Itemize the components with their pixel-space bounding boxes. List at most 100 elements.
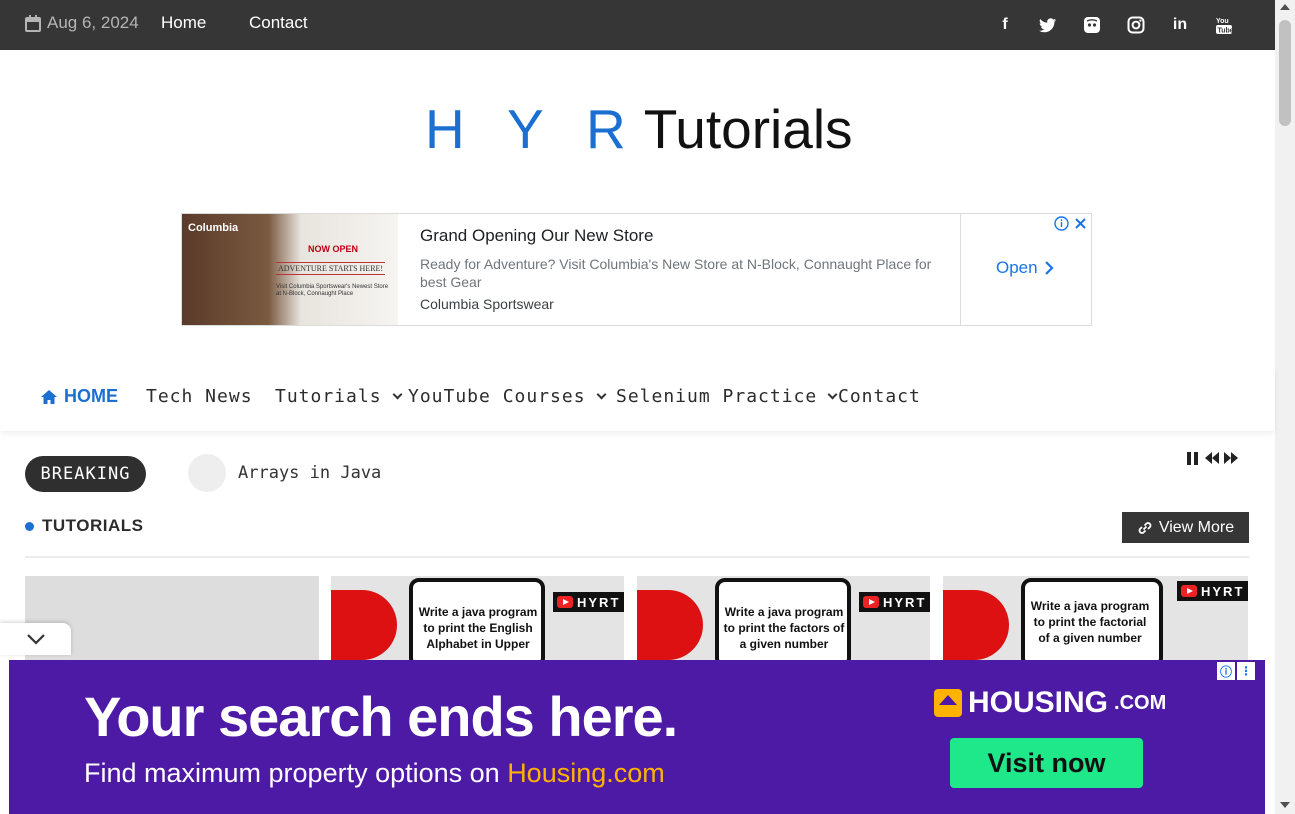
ad-open-button[interactable]: Open xyxy=(996,258,1054,278)
site-logo[interactable]: H Y R Tutorials xyxy=(425,96,853,162)
svg-text:Tube: Tube xyxy=(1218,28,1234,35)
card-phone-frame: Write a java program to print the factor… xyxy=(715,578,851,660)
card-badge-text: HYRT xyxy=(883,594,927,610)
ad-close-icon[interactable] xyxy=(1073,216,1088,231)
top-link-contact[interactable]: Contact xyxy=(249,13,308,33)
section-heading: TUTORIALS xyxy=(25,516,143,536)
twitter-icon[interactable] xyxy=(1037,14,1059,36)
ad-subline: Find maximum property options on Housing… xyxy=(84,758,665,789)
logo-hyr: H Y R xyxy=(425,98,640,160)
ad-info-icon[interactable]: ⓘ xyxy=(1217,662,1235,680)
card-badge: HYRT xyxy=(1177,581,1248,601)
nav-label: Tech News xyxy=(146,386,253,407)
ad-headline: Your search ends here. xyxy=(84,685,678,748)
nav-home[interactable]: HOME xyxy=(40,386,118,407)
discord-icon[interactable] xyxy=(1081,14,1103,36)
scroll-up-arrow[interactable] xyxy=(1280,4,1290,10)
ad-description: Ready for Adventure? Visit Columbia's Ne… xyxy=(420,256,932,290)
youtube-play-icon xyxy=(557,596,573,608)
card-phone-frame: Write a java program to print the Englis… xyxy=(409,578,545,660)
card-text: Write a java program to print the factor… xyxy=(1030,599,1150,645)
nav-youtube-courses[interactable]: YouTube Courses xyxy=(408,386,607,407)
section-title: TUTORIALS xyxy=(42,516,144,535)
page: Aug 6, 2024 Home Contact f in You Tube H … xyxy=(0,0,1295,814)
chevron-down-icon xyxy=(827,389,838,400)
nav-home-label: HOME xyxy=(64,386,118,406)
date-display: Aug 6, 2024 xyxy=(25,13,139,33)
ad-image-now-open: NOW OPEN xyxy=(308,244,359,254)
nav-selenium-practice[interactable]: Selenium Practice xyxy=(616,386,838,407)
top-ad-banner[interactable]: Columbia NOW OPEN ADVENTURE STARTS HERE!… xyxy=(181,213,1092,326)
nav-label: Tutorials xyxy=(275,386,382,407)
ad-divider xyxy=(960,214,961,325)
ad-info-icon[interactable] xyxy=(1054,216,1069,231)
instagram-icon[interactable] xyxy=(1125,14,1147,36)
youtube-play-icon xyxy=(1181,585,1197,597)
ad-subline-highlight: Housing.com xyxy=(507,758,665,788)
date-text: Aug 6, 2024 xyxy=(47,13,139,32)
ad-open-label: Open xyxy=(996,258,1038,277)
tutorial-card[interactable]: Write a java program to print the factor… xyxy=(943,576,1248,660)
pause-icon[interactable] xyxy=(1185,450,1201,466)
youtube-icon[interactable]: You Tube xyxy=(1213,14,1235,36)
top-link-home[interactable]: Home xyxy=(161,13,206,33)
ad-advertiser: Columbia Sportswear xyxy=(420,296,554,312)
ad-subline-prefix: Find maximum property options on xyxy=(84,758,508,788)
ad-controls xyxy=(1054,216,1088,231)
bottom-ad-controls: ⓘ ⋮ xyxy=(1217,662,1255,680)
card-badge: HYRT xyxy=(859,592,930,612)
facebook-icon[interactable]: f xyxy=(994,14,1016,36)
ticker-controls xyxy=(1185,450,1239,466)
card-phone-frame: Write a java program to print the factor… xyxy=(1021,578,1163,660)
youtube-play-icon xyxy=(863,596,879,608)
ad-image-tagline: ADVENTURE STARTS HERE! xyxy=(276,262,386,275)
scroll-down-arrow[interactable] xyxy=(1280,802,1290,808)
visit-now-button[interactable]: Visit now xyxy=(950,738,1143,788)
card-text: Write a java program to print the factor… xyxy=(723,605,845,651)
ad-collapse-tab[interactable] xyxy=(0,623,71,655)
chevron-right-icon xyxy=(1044,261,1054,275)
link-icon xyxy=(1138,521,1152,534)
breaking-headline[interactable]: Arrays in Java xyxy=(238,463,381,483)
section-dot xyxy=(25,521,34,531)
ad-store-image[interactable]: Columbia NOW OPEN ADVENTURE STARTS HERE!… xyxy=(182,214,398,325)
page-scrollbar[interactable] xyxy=(1275,0,1295,814)
ad-title[interactable]: Grand Opening Our New Store xyxy=(420,226,653,246)
nav-label: Contact xyxy=(838,386,921,407)
tutorial-card[interactable]: Write a java program to print the Englis… xyxy=(331,576,624,660)
tutorial-card[interactable]: Write a java program to print the factor… xyxy=(637,576,930,660)
nav-label: YouTube Courses xyxy=(408,386,586,407)
card-badge-text: HYRT xyxy=(1201,583,1245,599)
nav-tech-news[interactable]: Tech News xyxy=(146,386,253,407)
logo-tutorials: Tutorials xyxy=(643,98,853,160)
main-nav: HOME Tech News Tutorials YouTube Courses… xyxy=(0,366,1275,431)
ad-image-brand: Columbia xyxy=(188,222,239,234)
house-icon xyxy=(934,689,962,717)
fast-forward-icon[interactable] xyxy=(1223,450,1239,466)
calendar-icon xyxy=(25,14,41,32)
nav-contact[interactable]: Contact xyxy=(838,386,921,407)
chevron-down-icon xyxy=(596,389,607,400)
more-options-icon[interactable]: ⋮ xyxy=(1237,662,1255,680)
bottom-ad-banner[interactable]: Your search ends here. Find maximum prop… xyxy=(9,660,1265,814)
scroll-thumb[interactable] xyxy=(1279,20,1291,126)
chevron-down-icon xyxy=(26,634,45,645)
section-divider xyxy=(25,556,1249,558)
nav-label: Selenium Practice xyxy=(616,386,818,407)
card-badge: HYRT xyxy=(553,592,624,612)
svg-text:You: You xyxy=(1216,18,1229,25)
home-icon xyxy=(41,389,57,404)
chevron-down-icon xyxy=(392,389,402,400)
top-bar: Aug 6, 2024 Home Contact f in You Tube xyxy=(0,0,1275,50)
housing-logo: HOUSING .COM xyxy=(934,686,1166,720)
view-more-button[interactable]: View More xyxy=(1122,512,1249,543)
card-badge-text: HYRT xyxy=(577,594,621,610)
nav-tutorials[interactable]: Tutorials xyxy=(275,386,402,407)
breaking-thumbnail[interactable] xyxy=(188,454,226,492)
housing-brand: HOUSING xyxy=(968,686,1109,719)
view-more-label: View More xyxy=(1158,518,1235,536)
linkedin-icon[interactable]: in xyxy=(1169,14,1191,36)
rewind-icon[interactable] xyxy=(1204,450,1220,466)
card-text: Write a java program to print the Englis… xyxy=(418,605,538,651)
ad-image-small-text: Visit Columbia Sportswear's Newest Store… xyxy=(276,284,389,298)
